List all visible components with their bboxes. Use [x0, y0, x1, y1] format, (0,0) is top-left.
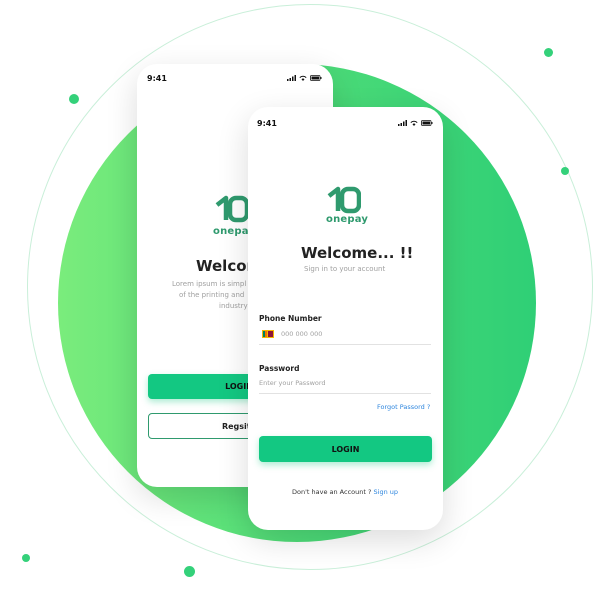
brand-name: onepay — [326, 214, 369, 225]
login-button[interactable]: LOGIN — [259, 436, 432, 462]
password-label: Password — [259, 364, 300, 373]
battery-icon — [310, 75, 322, 81]
welcome-heading: Welcome... !! — [301, 244, 414, 262]
status-bar: 9:41 — [248, 107, 443, 137]
decorative-dot — [22, 554, 30, 562]
decorative-dot — [184, 566, 195, 577]
battery-icon — [421, 120, 433, 126]
sri-lanka-flag-icon — [262, 330, 274, 338]
status-time: 9:41 — [257, 119, 277, 128]
phone-number-label: Phone Number — [259, 314, 322, 323]
password-field[interactable]: Enter your Password — [259, 377, 431, 394]
signup-link[interactable]: Sign up — [374, 488, 399, 496]
status-bar: 9:41 — [137, 64, 333, 94]
forgot-password-link[interactable]: Forgot Passord ? — [377, 403, 430, 411]
description-line-3: industry — [219, 302, 248, 310]
password-placeholder: Enter your Password — [259, 379, 326, 387]
signin-subheading: Sign in to your account — [304, 265, 386, 273]
description-line-2: of the printing and — [179, 291, 245, 299]
status-time: 9:41 — [147, 74, 167, 83]
signal-icon — [287, 75, 296, 81]
status-icons — [287, 75, 322, 81]
decorative-dot — [69, 94, 79, 104]
front-phone-screen: 9:41 onepay Welcome... !! Sign in to you… — [248, 107, 443, 530]
decorative-dot — [561, 167, 569, 175]
login-button-label: LOGIN — [331, 444, 360, 454]
wifi-icon — [299, 75, 307, 81]
phone-number-field[interactable]: 000 000 000 — [259, 328, 431, 345]
onepay-logo-icon — [327, 186, 361, 214]
decorative-dot — [544, 48, 553, 57]
signal-icon — [398, 120, 407, 126]
phone-number-placeholder: 000 000 000 — [281, 330, 323, 338]
wifi-icon — [410, 120, 418, 126]
signup-row: Don't have an Account ? Sign up — [292, 488, 398, 496]
signup-prompt: Don't have an Account ? — [292, 488, 372, 496]
status-icons — [398, 120, 433, 126]
description-line-1: Lorem ipsum is simpl — [172, 280, 247, 288]
onepay-logo-icon — [215, 195, 249, 223]
